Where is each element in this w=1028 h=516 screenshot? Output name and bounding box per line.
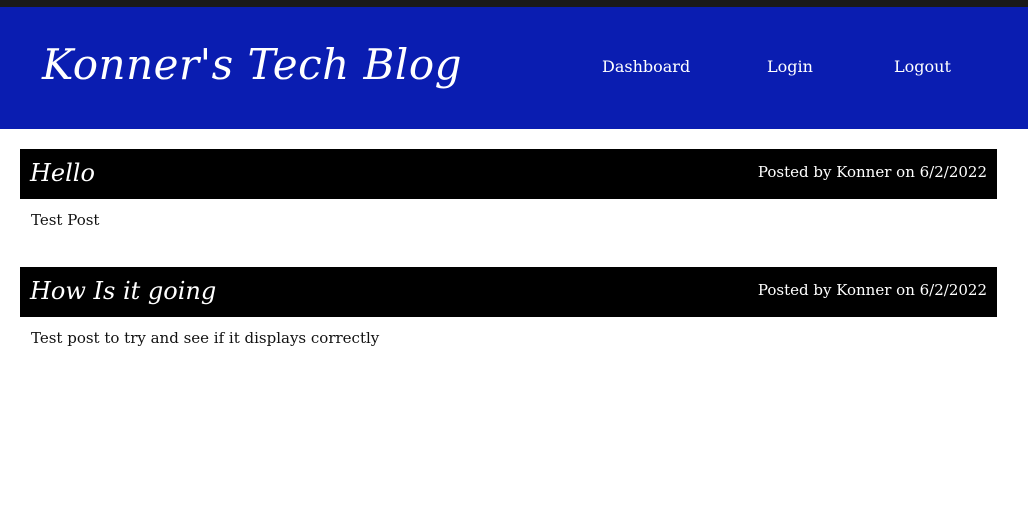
main-nav: Dashboard Login Logout [0, 55, 1028, 79]
post-title[interactable]: How Is it going [30, 267, 216, 315]
top-strip [0, 0, 1028, 7]
post-title[interactable]: Hello [30, 149, 95, 197]
post-body: Test Post [31, 211, 100, 229]
post-meta: Posted by Konner on 6/2/2022 [757, 281, 987, 299]
post-body: Test post to try and see if it displays … [31, 329, 380, 347]
nav-logout-link[interactable]: Logout [894, 55, 951, 79]
post-meta: Posted by Konner on 6/2/2022 [757, 163, 987, 181]
post-card: How Is it going Posted by Konner on 6/2/… [20, 267, 997, 347]
nav-dashboard-link[interactable]: Dashboard [602, 55, 690, 79]
site-header: Konner's Tech Blog Dashboard Login Logou… [0, 7, 1028, 129]
post-header[interactable]: Hello Posted by Konner on 6/2/2022 [20, 149, 997, 199]
nav-login-link[interactable]: Login [767, 55, 813, 79]
post-header[interactable]: How Is it going Posted by Konner on 6/2/… [20, 267, 997, 317]
post-card: Hello Posted by Konner on 6/2/2022 Test … [20, 149, 997, 229]
